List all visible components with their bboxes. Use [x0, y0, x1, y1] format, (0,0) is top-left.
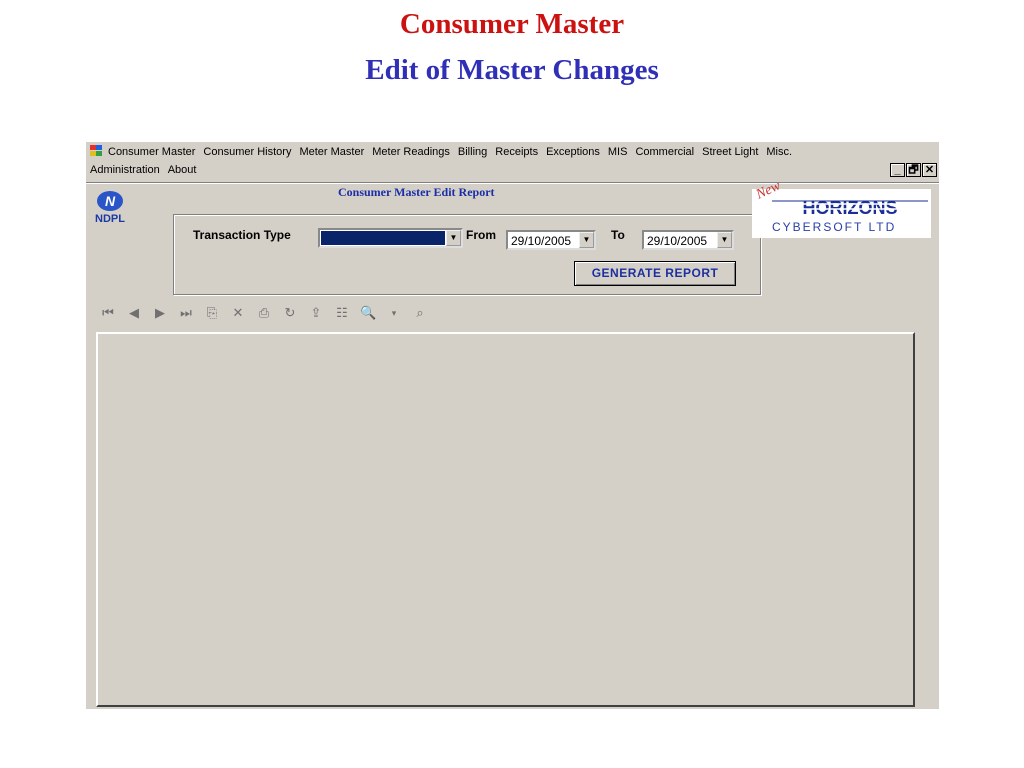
menu-bar: Consumer Master Consumer History Meter Mas…	[86, 142, 939, 182]
first-page-icon[interactable]: ⏮	[100, 305, 116, 321]
report-toolbar: ⏮ ◀ ▶ ⏭ ⎘ ✕ ⎙ ↻ ⇪ ☷ 🔍 ▾ ⌕	[100, 305, 428, 321]
app-icon	[90, 145, 104, 157]
slide-title: Consumer Master	[399, 8, 625, 40]
group-tree-icon[interactable]: ☷	[334, 305, 350, 321]
menu-separator	[86, 182, 939, 184]
menu-meter-readings[interactable]: Meter Readings	[372, 146, 450, 158]
menu-mis[interactable]: MIS	[608, 146, 628, 158]
close-icon[interactable]: ✕	[230, 305, 246, 321]
menu-receipts[interactable]: Receipts	[495, 146, 538, 158]
print-icon[interactable]: ⎙	[256, 305, 272, 321]
zoom-icon[interactable]: 🔍	[360, 305, 376, 321]
horizons-wordmark: HORIZONS	[772, 199, 928, 217]
menu-exceptions[interactable]: Exceptions	[546, 146, 600, 158]
menu-about[interactable]: About	[168, 164, 197, 176]
last-page-icon[interactable]: ⏭	[178, 305, 194, 321]
transaction-type-selection	[321, 231, 445, 245]
refresh-icon[interactable]: ↻	[282, 305, 298, 321]
menu-consumer-history[interactable]: Consumer History	[203, 146, 291, 158]
restore-button[interactable]: 🗗	[906, 163, 921, 177]
window-controls: _ 🗗 ✕	[890, 163, 937, 177]
transaction-type-label: Transaction Type	[193, 228, 291, 242]
menu-consumer-master[interactable]: Consumer Master	[108, 146, 195, 158]
to-label: To	[611, 228, 625, 242]
export-icon[interactable]: ⇪	[308, 305, 324, 321]
chevron-down-icon[interactable]: ▼	[579, 232, 594, 248]
menu-meter-master[interactable]: Meter Master	[299, 146, 364, 158]
to-date-picker[interactable]: 29/10/2005 ▼	[642, 230, 734, 250]
from-date-value: 29/10/2005	[511, 234, 572, 248]
next-page-icon[interactable]: ▶	[152, 305, 168, 321]
logo-sub-text: CYBERSOFT LTD	[772, 220, 897, 234]
menu-row-2: Administration About	[90, 164, 204, 176]
menu-street-light[interactable]: Street Light	[702, 146, 758, 158]
to-date-value: 29/10/2005	[647, 234, 708, 248]
generate-report-button[interactable]: GENERATE REPORT	[574, 261, 736, 286]
from-label: From	[466, 228, 496, 242]
from-date-picker[interactable]: 29/10/2005 ▼	[506, 230, 596, 250]
ndpl-logo-icon: N	[97, 191, 123, 211]
close-button[interactable]: ✕	[922, 163, 937, 177]
horizons-logo: New HORIZONS CYBERSOFT LTD	[752, 178, 931, 238]
dropdown-arrow-icon[interactable]: ▾	[386, 308, 402, 319]
search-icon[interactable]: ⌕	[412, 305, 428, 321]
minimize-button[interactable]: _	[890, 163, 905, 177]
prev-page-icon[interactable]: ◀	[126, 305, 142, 321]
menu-row-1: Consumer Master Consumer History Meter Mas…	[90, 145, 800, 158]
slide-subtitle: Edit of Master Changes	[365, 54, 659, 86]
menu-commercial[interactable]: Commercial	[635, 146, 694, 158]
transaction-type-select[interactable]: ▼	[318, 228, 463, 248]
chevron-down-icon[interactable]: ▼	[717, 232, 732, 248]
goto-page-icon[interactable]: ⎘	[204, 305, 220, 321]
ndpl-logo: N NDPL	[86, 191, 134, 225]
report-viewer-pane[interactable]	[96, 332, 915, 707]
logo-brand-text: HORIZONS	[802, 199, 897, 217]
chevron-down-icon[interactable]: ▼	[446, 230, 461, 246]
app-window: Consumer Master Consumer History Meter Mas…	[86, 142, 939, 709]
menu-misc[interactable]: Misc.	[766, 146, 792, 158]
report-title: Consumer Master Edit Report	[338, 185, 495, 199]
menu-administration[interactable]: Administration	[90, 164, 160, 176]
menu-billing[interactable]: Billing	[458, 146, 487, 158]
ndpl-logo-text: NDPL	[95, 213, 125, 225]
